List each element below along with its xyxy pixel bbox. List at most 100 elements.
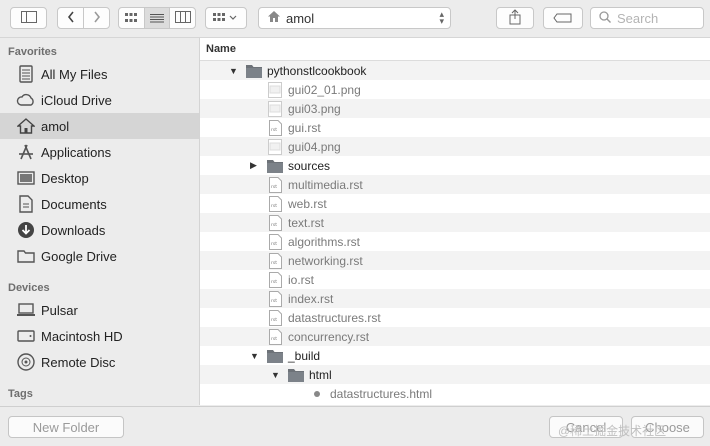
sidebar-item-amol[interactable]: amol — [0, 113, 199, 139]
file-row[interactable]: rst io.rst — [200, 270, 710, 289]
svg-text:rst: rst — [271, 222, 277, 228]
file-row[interactable]: rst datastructures.rst — [200, 308, 710, 327]
applications-icon — [16, 142, 36, 162]
file-name: datastructures.html — [330, 386, 433, 401]
bottom-bar: New Folder Cancel Choose @稀土掘金技术社区 — [0, 406, 710, 446]
downloads-icon — [16, 220, 36, 240]
file-name: algorithms.rst — [288, 234, 361, 249]
disc-icon — [16, 352, 36, 372]
sidebar-item-documents[interactable]: Documents — [0, 191, 199, 217]
file-row[interactable]: rst index.rst — [200, 289, 710, 308]
forward-button[interactable] — [84, 8, 109, 28]
sidebar-item-label: amol — [41, 118, 70, 134]
arrange-button[interactable] — [205, 7, 247, 29]
disclosure-expanded-icon[interactable]: ▼ — [271, 370, 280, 380]
file-row[interactable]: rst multimedia.rst — [200, 175, 710, 194]
disclosure-expanded-icon[interactable]: ▼ — [229, 66, 238, 76]
grid-icon — [125, 11, 138, 26]
sidebar-item-label: Google Drive — [41, 248, 117, 264]
sidebar-item-label: Documents — [41, 196, 107, 212]
file-row[interactable]: rst web.rst — [200, 194, 710, 213]
sidebar-item-pulsar[interactable]: Pulsar — [0, 297, 199, 323]
view-mode-selector — [118, 7, 196, 29]
documents-icon — [16, 194, 36, 214]
file-row[interactable]: rst text.rst — [200, 213, 710, 232]
file-name: gui03.png — [288, 101, 341, 116]
sidebar-item-label: All My Files — [41, 66, 108, 82]
folder-icon — [246, 63, 262, 79]
desktop-icon — [16, 168, 36, 188]
back-button[interactable] — [58, 8, 84, 28]
sidebar-item-google-drive[interactable]: Google Drive — [0, 243, 199, 269]
sidebar-item-downloads[interactable]: Downloads — [0, 217, 199, 243]
arrange-grid-icon — [213, 11, 239, 26]
search-input[interactable] — [615, 9, 699, 27]
sidebar-toggle-button[interactable] — [10, 7, 47, 29]
tag-icon — [553, 11, 573, 26]
rst-file-icon: rst — [267, 290, 283, 307]
tags-header: Tags — [8, 388, 33, 400]
folder-row[interactable]: ▼ pythonstlcookbook — [200, 61, 710, 80]
file-row[interactable]: rst algorithms.rst — [200, 232, 710, 251]
file-row[interactable]: rst networking.rst — [200, 251, 710, 270]
search-field[interactable] — [590, 7, 704, 29]
folder-icon — [288, 367, 304, 383]
folder-row[interactable]: ▶ sources — [200, 156, 710, 175]
svg-text:rst: rst — [271, 203, 277, 209]
list-icon — [150, 11, 164, 26]
png-file-icon — [267, 100, 283, 117]
sidebar-item-all-my-files[interactable]: All My Files — [0, 61, 199, 87]
disclosure-expanded-icon[interactable]: ▼ — [250, 351, 259, 361]
disclosure-collapsed-icon[interactable]: ▶ — [250, 160, 257, 171]
share-button[interactable] — [496, 7, 534, 29]
search-icon — [599, 10, 611, 26]
file-name: gui04.png — [288, 139, 341, 154]
name-column-header[interactable]: Name — [200, 38, 710, 61]
svg-text:rst: rst — [271, 298, 277, 304]
png-file-icon — [267, 81, 283, 98]
file-row[interactable]: datastructures.html — [200, 384, 710, 403]
folder-row[interactable]: ▼ _build — [200, 346, 710, 365]
file-row[interactable]: rst gui.rst — [200, 118, 710, 137]
sidebar-item-desktop[interactable]: Desktop — [0, 165, 199, 191]
file-name: html — [309, 367, 332, 382]
sidebar-item-macintosh-hd[interactable]: Macintosh HD — [0, 323, 199, 349]
rst-file-icon: rst — [267, 252, 283, 269]
file-row[interactable]: gui03.png — [200, 99, 710, 118]
folder-icon — [267, 348, 283, 364]
sidebar-item-applications[interactable]: Applications — [0, 139, 199, 165]
file-name: concurrency.rst — [288, 329, 370, 344]
file-name: _build — [288, 348, 321, 363]
favorites-header: Favorites — [8, 46, 57, 58]
location-popup[interactable]: amol ▴ ▾ — [258, 7, 451, 29]
list-view-button[interactable] — [144, 8, 171, 28]
file-row[interactable]: gui04.png — [200, 137, 710, 156]
file-rows: ▼ pythonstlcookbook gui02_01.png gui03.png r… — [200, 61, 710, 403]
sidebar-item-remote-disc[interactable]: Remote Disc — [0, 349, 199, 375]
folder-icon — [267, 158, 283, 174]
file-chooser-dialog: amol ▴▾ Favorites All My Files — [0, 0, 710, 446]
rst-file-icon: rst — [267, 176, 283, 193]
sidebar: Favorites All My Files iCloud Drive amol… — [0, 38, 200, 405]
file-name: text.rst — [288, 215, 325, 230]
file-name: sources — [288, 158, 331, 173]
folder-icon — [16, 246, 36, 266]
sidebar-item-label: Desktop — [41, 170, 89, 186]
rst-file-icon: rst — [267, 328, 283, 345]
rst-file-icon: rst — [267, 119, 283, 136]
location-label: amol — [286, 10, 315, 26]
sidebar-item-label: Applications — [41, 144, 112, 160]
column-view-button[interactable] — [170, 8, 195, 28]
file-name: web.rst — [288, 196, 327, 211]
sidebar-item-icloud-drive[interactable]: iCloud Drive — [0, 87, 199, 113]
file-row[interactable]: gui02_01.png — [200, 80, 710, 99]
file-row[interactable]: rst concurrency.rst — [200, 327, 710, 346]
svg-text:rst: rst — [271, 317, 277, 323]
svg-text:rst: rst — [271, 184, 277, 190]
edit-tags-button[interactable] — [543, 7, 583, 29]
folder-row[interactable]: ▼ html — [200, 365, 710, 384]
new-folder-label: New Folder — [32, 419, 100, 435]
icon-view-button[interactable] — [119, 8, 145, 28]
file-name: index.rst — [288, 291, 334, 306]
new-folder-button[interactable]: New Folder — [8, 416, 124, 438]
